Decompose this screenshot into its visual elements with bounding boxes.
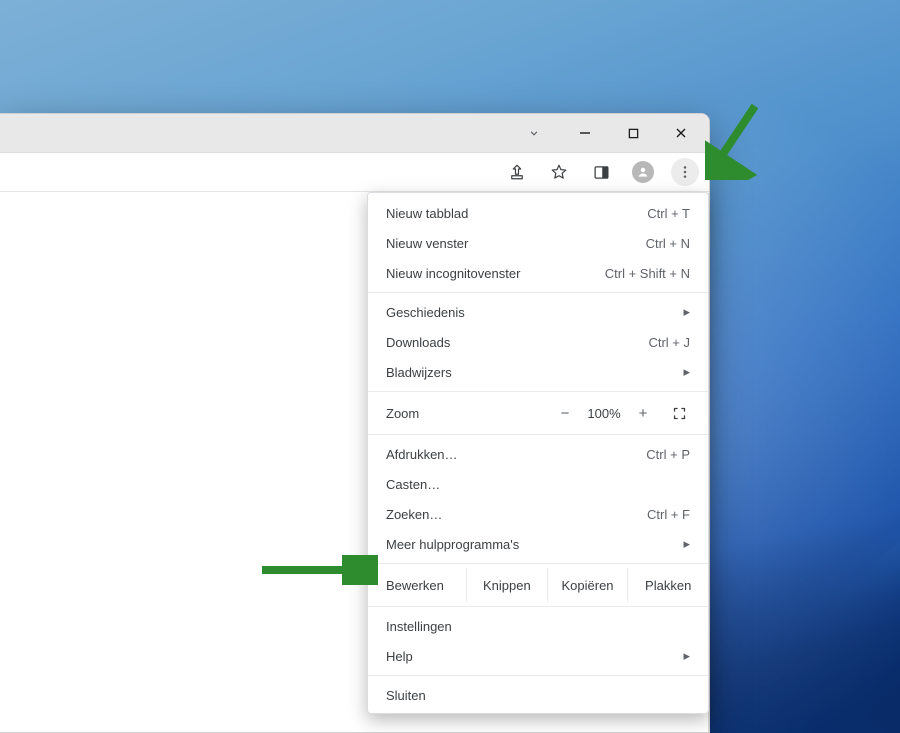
- window-close-button[interactable]: [659, 118, 703, 148]
- menu-item-cast[interactable]: Casten…: [368, 469, 708, 499]
- menu-item-label: Nieuw incognitovenster: [386, 266, 605, 281]
- menu-separator: [368, 563, 708, 564]
- menu-item-label: Downloads: [386, 335, 648, 350]
- menu-item-label: Bewerken: [368, 578, 466, 593]
- submenu-arrow-icon: ▸: [683, 536, 690, 552]
- menu-separator: [368, 675, 708, 676]
- menu-item-shortcut: Ctrl + T: [647, 206, 690, 221]
- chrome-menu-button[interactable]: [671, 158, 699, 186]
- menu-item-label: Nieuw tabblad: [386, 206, 647, 221]
- menu-item-label: Instellingen: [386, 619, 690, 634]
- menu-item-new-incognito[interactable]: Nieuw incognitovenster Ctrl + Shift + N: [368, 258, 708, 288]
- menu-item-label: Zoom: [386, 406, 550, 421]
- side-panel-button[interactable]: [587, 158, 615, 186]
- menu-separator: [368, 606, 708, 607]
- chrome-main-menu: Nieuw tabblad Ctrl + T Nieuw venster Ctr…: [367, 192, 709, 714]
- menu-item-edit: Bewerken Knippen Kopiëren Plakken: [368, 568, 708, 602]
- menu-item-label: Sluiten: [386, 688, 690, 703]
- menu-item-find[interactable]: Zoeken… Ctrl + F: [368, 499, 708, 529]
- menu-item-shortcut: Ctrl + F: [647, 507, 690, 522]
- fullscreen-icon: [672, 406, 687, 421]
- side-panel-icon: [593, 164, 610, 181]
- menu-item-label: Meer hulpprogramma's: [386, 537, 683, 552]
- edit-copy-button[interactable]: Kopiëren: [547, 568, 628, 602]
- zoom-out-button[interactable]: −: [550, 405, 580, 422]
- edit-paste-button[interactable]: Plakken: [627, 568, 708, 602]
- menu-item-shortcut: Ctrl + J: [648, 335, 690, 350]
- tabs-search-chevron[interactable]: [519, 118, 549, 148]
- window-titlebar: [0, 114, 709, 152]
- menu-item-exit[interactable]: Sluiten: [368, 680, 708, 710]
- menu-item-settings[interactable]: Instellingen: [368, 611, 708, 641]
- menu-item-new-tab[interactable]: Nieuw tabblad Ctrl + T: [368, 198, 708, 228]
- browser-toolbar: [0, 152, 709, 192]
- menu-item-shortcut: Ctrl + N: [646, 236, 690, 251]
- menu-item-label: Bladwijzers: [386, 365, 683, 380]
- submenu-arrow-icon: ▸: [683, 304, 690, 320]
- fullscreen-button[interactable]: [664, 406, 694, 421]
- chevron-down-icon: [527, 126, 541, 140]
- avatar-icon: [632, 161, 654, 183]
- star-icon: [550, 163, 568, 181]
- menu-item-print[interactable]: Afdrukken… Ctrl + P: [368, 439, 708, 469]
- menu-item-history[interactable]: Geschiedenis ▸: [368, 297, 708, 327]
- menu-item-more-tools[interactable]: Meer hulpprogramma's ▸: [368, 529, 708, 559]
- share-icon: [508, 163, 526, 181]
- menu-item-downloads[interactable]: Downloads Ctrl + J: [368, 327, 708, 357]
- kebab-menu-icon: [677, 164, 693, 180]
- menu-item-shortcut: Ctrl + P: [646, 447, 690, 462]
- window-maximize-button[interactable]: [611, 118, 655, 148]
- edit-cut-button[interactable]: Knippen: [466, 568, 547, 602]
- menu-separator: [368, 292, 708, 293]
- close-icon: [675, 127, 687, 139]
- zoom-in-button[interactable]: +: [628, 405, 658, 422]
- menu-item-label: Casten…: [386, 477, 690, 492]
- menu-item-label: Zoeken…: [386, 507, 647, 522]
- menu-item-shortcut: Ctrl + Shift + N: [605, 266, 690, 281]
- profile-button[interactable]: [629, 158, 657, 186]
- menu-item-label: Geschiedenis: [386, 305, 683, 320]
- submenu-arrow-icon: ▸: [683, 364, 690, 380]
- menu-item-new-window[interactable]: Nieuw venster Ctrl + N: [368, 228, 708, 258]
- maximize-icon: [628, 128, 639, 139]
- menu-separator: [368, 434, 708, 435]
- menu-separator: [368, 391, 708, 392]
- menu-item-label: Help: [386, 649, 683, 664]
- menu-item-help[interactable]: Help ▸: [368, 641, 708, 671]
- menu-item-bookmarks[interactable]: Bladwijzers ▸: [368, 357, 708, 387]
- menu-item-zoom: Zoom − 100% +: [368, 396, 708, 430]
- minimize-icon: [579, 127, 591, 139]
- menu-item-label: Afdrukken…: [386, 447, 646, 462]
- zoom-level: 100%: [580, 406, 628, 421]
- window-minimize-button[interactable]: [563, 118, 607, 148]
- menu-item-label: Nieuw venster: [386, 236, 646, 251]
- bookmark-button[interactable]: [545, 158, 573, 186]
- share-button[interactable]: [503, 158, 531, 186]
- submenu-arrow-icon: ▸: [683, 648, 690, 664]
